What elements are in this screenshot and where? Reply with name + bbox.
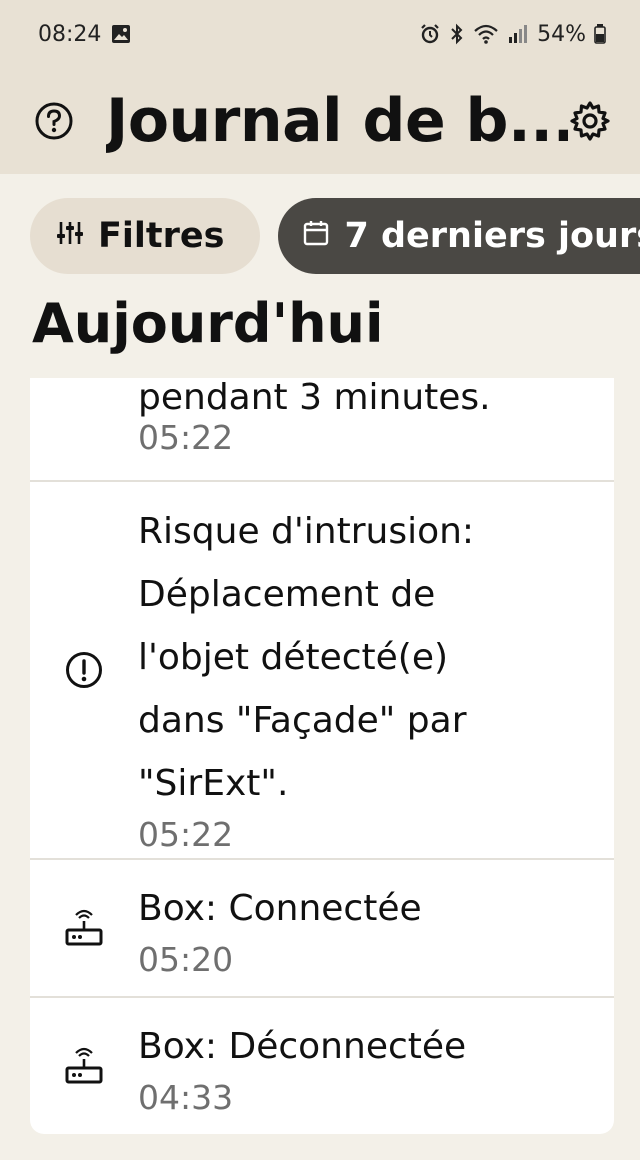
event-time: 04:33 xyxy=(138,1077,234,1117)
event-message-line: Déplacement de xyxy=(138,573,436,615)
event-message-line: dans "Façade" par xyxy=(138,699,467,741)
status-time: 08:24 xyxy=(38,21,102,47)
router-icon xyxy=(30,908,138,948)
sliders-icon xyxy=(56,216,84,256)
filters-label: Filtres xyxy=(98,216,225,256)
event-message-line: l'objet détecté(e) xyxy=(138,636,449,678)
image-icon xyxy=(111,24,131,44)
date-range-button[interactable]: 7 derniers jours xyxy=(278,198,640,274)
event-time: 05:20 xyxy=(138,939,234,979)
event-message-line: "SirExt". xyxy=(138,762,289,804)
app-bar: Journal de b... xyxy=(0,68,640,174)
event-list: pendant 3 minutes. 05:22 Risque d'intrus… xyxy=(30,378,614,1134)
list-item[interactable]: Box: Déconnectée 04:33 xyxy=(30,998,614,1134)
list-item[interactable]: pendant 3 minutes. 05:22 xyxy=(30,378,614,482)
gear-icon[interactable] xyxy=(568,99,612,143)
help-circle-icon[interactable] xyxy=(32,99,76,143)
list-item[interactable]: Box: Connectée 05:20 xyxy=(30,860,614,998)
list-item[interactable]: Risque d'intrusion: Déplacement de l'obj… xyxy=(30,482,614,860)
battery-percent: 54% xyxy=(537,21,586,47)
event-message: pendant 3 minutes. xyxy=(138,378,491,418)
list-item-text: Box: Déconnectée 04:33 xyxy=(138,1015,466,1118)
event-message: Box: Connectée xyxy=(138,887,422,929)
router-icon xyxy=(30,1046,138,1086)
filter-chips: Filtres 7 derniers jours xyxy=(0,174,640,274)
alarm-icon xyxy=(419,23,441,45)
list-item-text: Box: Connectée 05:20 xyxy=(138,877,422,980)
event-time: 05:22 xyxy=(138,814,234,854)
event-message: Box: Déconnectée xyxy=(138,1025,467,1067)
filters-button[interactable]: Filtres xyxy=(30,198,261,274)
page-title: Journal de b... xyxy=(106,86,568,156)
event-time: 05:22 xyxy=(138,418,234,457)
wifi-icon xyxy=(473,23,499,45)
calendar-icon xyxy=(302,216,330,256)
signal-icon xyxy=(507,23,529,45)
list-item-text: pendant 3 minutes. 05:22 xyxy=(30,378,491,458)
battery-icon xyxy=(594,24,606,44)
status-bar: 08:24 54% xyxy=(0,0,640,68)
list-item-text: Risque d'intrusion: Déplacement de l'obj… xyxy=(138,486,474,855)
date-range-label: 7 derniers jours xyxy=(344,216,640,256)
section-title: Aujourd'hui xyxy=(32,292,384,355)
status-right: 54% xyxy=(419,22,606,47)
bluetooth-icon xyxy=(449,23,465,45)
alert-circle-icon xyxy=(30,650,138,690)
status-left: 08:24 xyxy=(38,22,131,47)
event-message-line: Risque d'intrusion: xyxy=(138,510,475,552)
